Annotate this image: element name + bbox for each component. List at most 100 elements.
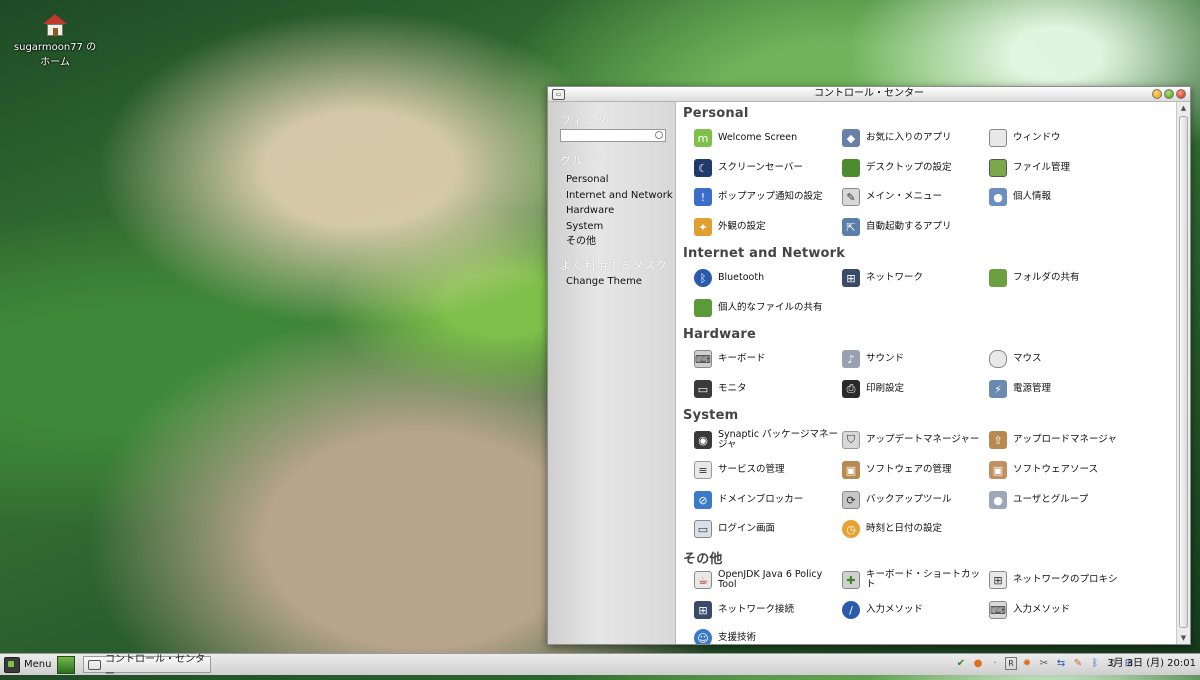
notification-icon: ! xyxy=(694,188,712,206)
clock[interactable]: 3月 3日 (月) 20:01 xyxy=(1107,654,1196,674)
applet-assistive-technologies[interactable]: ☺ 支援技術 xyxy=(694,628,840,644)
applet-network[interactable]: ⊞ ネットワーク xyxy=(842,268,988,288)
group-item-system[interactable]: System xyxy=(566,219,673,235)
sidebar: フィルタ グループ Personal Internet and Network … xyxy=(548,102,676,644)
window-titlebar[interactable]: ▭ コントロール・センター xyxy=(548,87,1190,102)
scissors-icon[interactable]: ✂ xyxy=(1037,656,1051,670)
keyboard-input-icon: ⌨ xyxy=(989,601,1007,619)
sync-icon[interactable]: ⇆ xyxy=(1054,656,1068,670)
vertical-scrollbar[interactable]: ▲ ▼ xyxy=(1176,102,1190,644)
applet-power-management[interactable]: ⚡ 電源管理 xyxy=(989,379,1135,399)
applet-software-sources[interactable]: ▣ ソフトウェアソース xyxy=(989,460,1135,480)
applet-file-management[interactable]: ファイル管理 xyxy=(989,158,1135,178)
close-button[interactable] xyxy=(1176,89,1186,99)
accessibility-icon: ☺ xyxy=(694,629,712,644)
menu-button[interactable]: Menu xyxy=(0,655,55,674)
section-title-other: その他 xyxy=(683,552,723,567)
applet-favorite-apps[interactable]: ◆ お気に入りのアプリ xyxy=(842,128,988,148)
input-method-icon: / xyxy=(842,601,860,619)
applet-appearance[interactable]: ✦ 外観の設定 xyxy=(694,217,840,237)
filter-heading: フィルタ xyxy=(560,114,608,127)
applet-mouse[interactable]: マウス xyxy=(989,349,1135,369)
minimize-button[interactable] xyxy=(1152,89,1162,99)
update-ok-icon[interactable]: ✔ xyxy=(954,656,968,670)
applet-input-method-1[interactable]: / 入力メソッド xyxy=(842,600,988,620)
menu-label: Menu xyxy=(24,659,52,670)
file-share-icon xyxy=(694,299,712,317)
desktop-home-icon[interactable]: sugarmoon77 のホーム xyxy=(12,14,98,68)
applet-upload-manager[interactable]: ⇧ アップロードマネージャ xyxy=(989,430,1135,450)
bottom-panel: Menu コントロール・センター ✔ ● · R ✹ ✂ ⇆ ✎ ᛒ ♫ ⊞ 3… xyxy=(0,653,1200,680)
clipboard-icon[interactable]: · xyxy=(988,656,1002,670)
network-status-icon[interactable]: ● xyxy=(971,656,985,670)
applet-printing[interactable]: ⎙ 印刷設定 xyxy=(842,379,988,399)
applet-bluetooth[interactable]: ᛒ Bluetooth xyxy=(694,268,840,288)
domain-blocker-icon: ⊘ xyxy=(694,491,712,509)
folder-share-icon xyxy=(989,269,1007,287)
scroll-up-icon[interactable]: ▲ xyxy=(1177,102,1190,114)
applet-keyboard-shortcuts[interactable]: ✚ キーボード・ショートカット xyxy=(842,570,988,590)
show-desktop-icon[interactable] xyxy=(57,655,76,674)
printer-icon: ⎙ xyxy=(842,380,860,398)
shield-icon: ⛉ xyxy=(842,431,860,449)
applet-popup-notifications[interactable]: ! ポップアップ通知の設定 xyxy=(694,187,840,207)
applet-welcome-screen[interactable]: m Welcome Screen xyxy=(694,128,840,148)
maximize-button[interactable] xyxy=(1164,89,1174,99)
mouse-icon xyxy=(989,350,1007,368)
input-method-tray-icon[interactable]: R xyxy=(1005,656,1017,670)
notes-icon[interactable]: ✎ xyxy=(1071,656,1085,670)
applet-update-manager[interactable]: ⛉ アップデートマネージャー xyxy=(842,430,988,450)
group-item-personal[interactable]: Personal xyxy=(566,172,673,188)
applet-openjdk-policy-tool[interactable]: ☕ OpenJDK Java 6 Policy Tool xyxy=(694,570,840,590)
group-heading: グループ xyxy=(560,154,608,167)
window-icon xyxy=(88,659,102,670)
group-item-internet[interactable]: Internet and Network xyxy=(566,188,673,204)
applet-desktop-settings[interactable]: デスクトップの設定 xyxy=(842,158,988,178)
keyboard-icon: ⌨ xyxy=(694,350,712,368)
group-item-other[interactable]: その他 xyxy=(566,234,673,250)
applet-domain-blocker[interactable]: ⊘ ドメインブロッカー xyxy=(694,490,840,510)
applet-backup-tool[interactable]: ⟳ バックアップツール xyxy=(842,490,988,510)
startup-apps-icon: ⇱ xyxy=(842,218,860,236)
section-title-personal: Personal xyxy=(683,106,749,121)
applet-network-connections[interactable]: ⊞ ネットワーク接続 xyxy=(694,600,840,620)
applet-network-proxy[interactable]: ⊞ ネットワークのプロキシ xyxy=(989,570,1135,590)
software-manager-icon: ▣ xyxy=(842,461,860,479)
window-title: コントロール・センター xyxy=(814,88,924,99)
scroll-down-icon[interactable]: ▼ xyxy=(1177,632,1190,644)
applet-date-time[interactable]: ◷ 時刻と日付の設定 xyxy=(842,519,988,539)
applet-personal-info[interactable]: ● 個人情報 xyxy=(989,187,1135,207)
scrollbar-thumb[interactable] xyxy=(1179,116,1188,628)
section-title-internet: Internet and Network xyxy=(683,246,846,261)
upload-icon: ⇧ xyxy=(989,431,1007,449)
task-change-theme[interactable]: Change Theme xyxy=(566,276,642,287)
filter-input[interactable] xyxy=(560,129,666,142)
gear-icon[interactable]: ✹ xyxy=(1020,656,1034,670)
applet-users-groups[interactable]: ● ユーザとグループ xyxy=(989,490,1135,510)
applet-screensaver[interactable]: ☾ スクリーンセーバー xyxy=(694,158,840,178)
control-center-window: ▭ コントロール・センター フィルタ グループ Personal Interne… xyxy=(547,86,1191,645)
applet-keyboard[interactable]: ⌨ キーボード xyxy=(694,349,840,369)
applet-monitor[interactable]: ▭ モニタ xyxy=(694,379,840,399)
services-icon: ≡ xyxy=(694,461,712,479)
applet-personal-file-sharing[interactable]: 個人的なファイルの共有 xyxy=(694,298,840,318)
sound-icon: ♪ xyxy=(842,350,860,368)
applet-sound[interactable]: ♪ サウンド xyxy=(842,349,988,369)
taskbar-item-control-center[interactable]: コントロール・センター xyxy=(83,654,212,680)
applet-software-manager[interactable]: ▣ ソフトウェアの管理 xyxy=(842,460,988,480)
menu-editor-icon: ✎ xyxy=(842,188,860,206)
group-item-hardware[interactable]: Hardware xyxy=(566,203,673,219)
bluetooth-tray-icon[interactable]: ᛒ xyxy=(1088,656,1102,670)
applet-login-screen[interactable]: ▭ ログイン画面 xyxy=(694,519,840,539)
search-icon xyxy=(655,131,663,139)
applet-synaptic[interactable]: ◉ Synaptic パッケージマネージャ xyxy=(694,430,840,450)
applet-services[interactable]: ≡ サービスの管理 xyxy=(694,460,840,480)
applet-windows[interactable]: ウィンドウ xyxy=(989,128,1135,148)
applet-input-method-2[interactable]: ⌨ 入力メソッド xyxy=(989,600,1135,620)
applet-main-menu[interactable]: ✎ メイン・メニュー xyxy=(842,187,988,207)
applet-startup-apps[interactable]: ⇱ 自動起動するアプリ xyxy=(842,217,988,237)
window-settings-icon xyxy=(989,129,1007,147)
desktop-settings-icon xyxy=(842,159,860,177)
applet-folder-sharing[interactable]: フォルダの共有 xyxy=(989,268,1135,288)
network-proxy-icon: ⊞ xyxy=(989,571,1007,589)
